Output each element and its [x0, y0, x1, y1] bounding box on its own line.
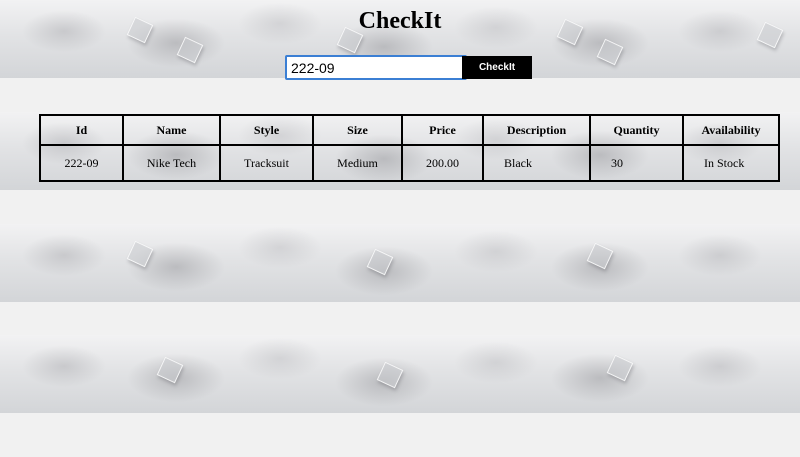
- checkit-button[interactable]: CheckIt: [462, 56, 532, 79]
- table-header-row: Id Name Style Size Price Description Qua…: [40, 115, 779, 145]
- page-title: CheckIt: [358, 8, 442, 34]
- cell-style: Tracksuit: [220, 145, 313, 181]
- cell-description: Black: [483, 145, 590, 181]
- column-header-availability: Availability: [683, 115, 779, 145]
- column-header-size: Size: [313, 115, 402, 145]
- cell-availability: In Stock: [683, 145, 779, 181]
- cell-price: 200.00: [402, 145, 483, 181]
- cell-quantity: 30: [590, 145, 683, 181]
- search-input[interactable]: [285, 55, 467, 80]
- results-table: Id Name Style Size Price Description Qua…: [39, 114, 780, 182]
- cell-name: Nike Tech: [123, 145, 220, 181]
- column-header-id: Id: [40, 115, 123, 145]
- cell-id: 222-09: [40, 145, 123, 181]
- table-row: 222-09 Nike Tech Tracksuit Medium 200.00…: [40, 145, 779, 181]
- cell-size: Medium: [313, 145, 402, 181]
- column-header-quantity: Quantity: [590, 115, 683, 145]
- column-header-price: Price: [402, 115, 483, 145]
- column-header-description: Description: [483, 115, 590, 145]
- column-header-name: Name: [123, 115, 220, 145]
- column-header-style: Style: [220, 115, 313, 145]
- background-band-3: [0, 224, 800, 302]
